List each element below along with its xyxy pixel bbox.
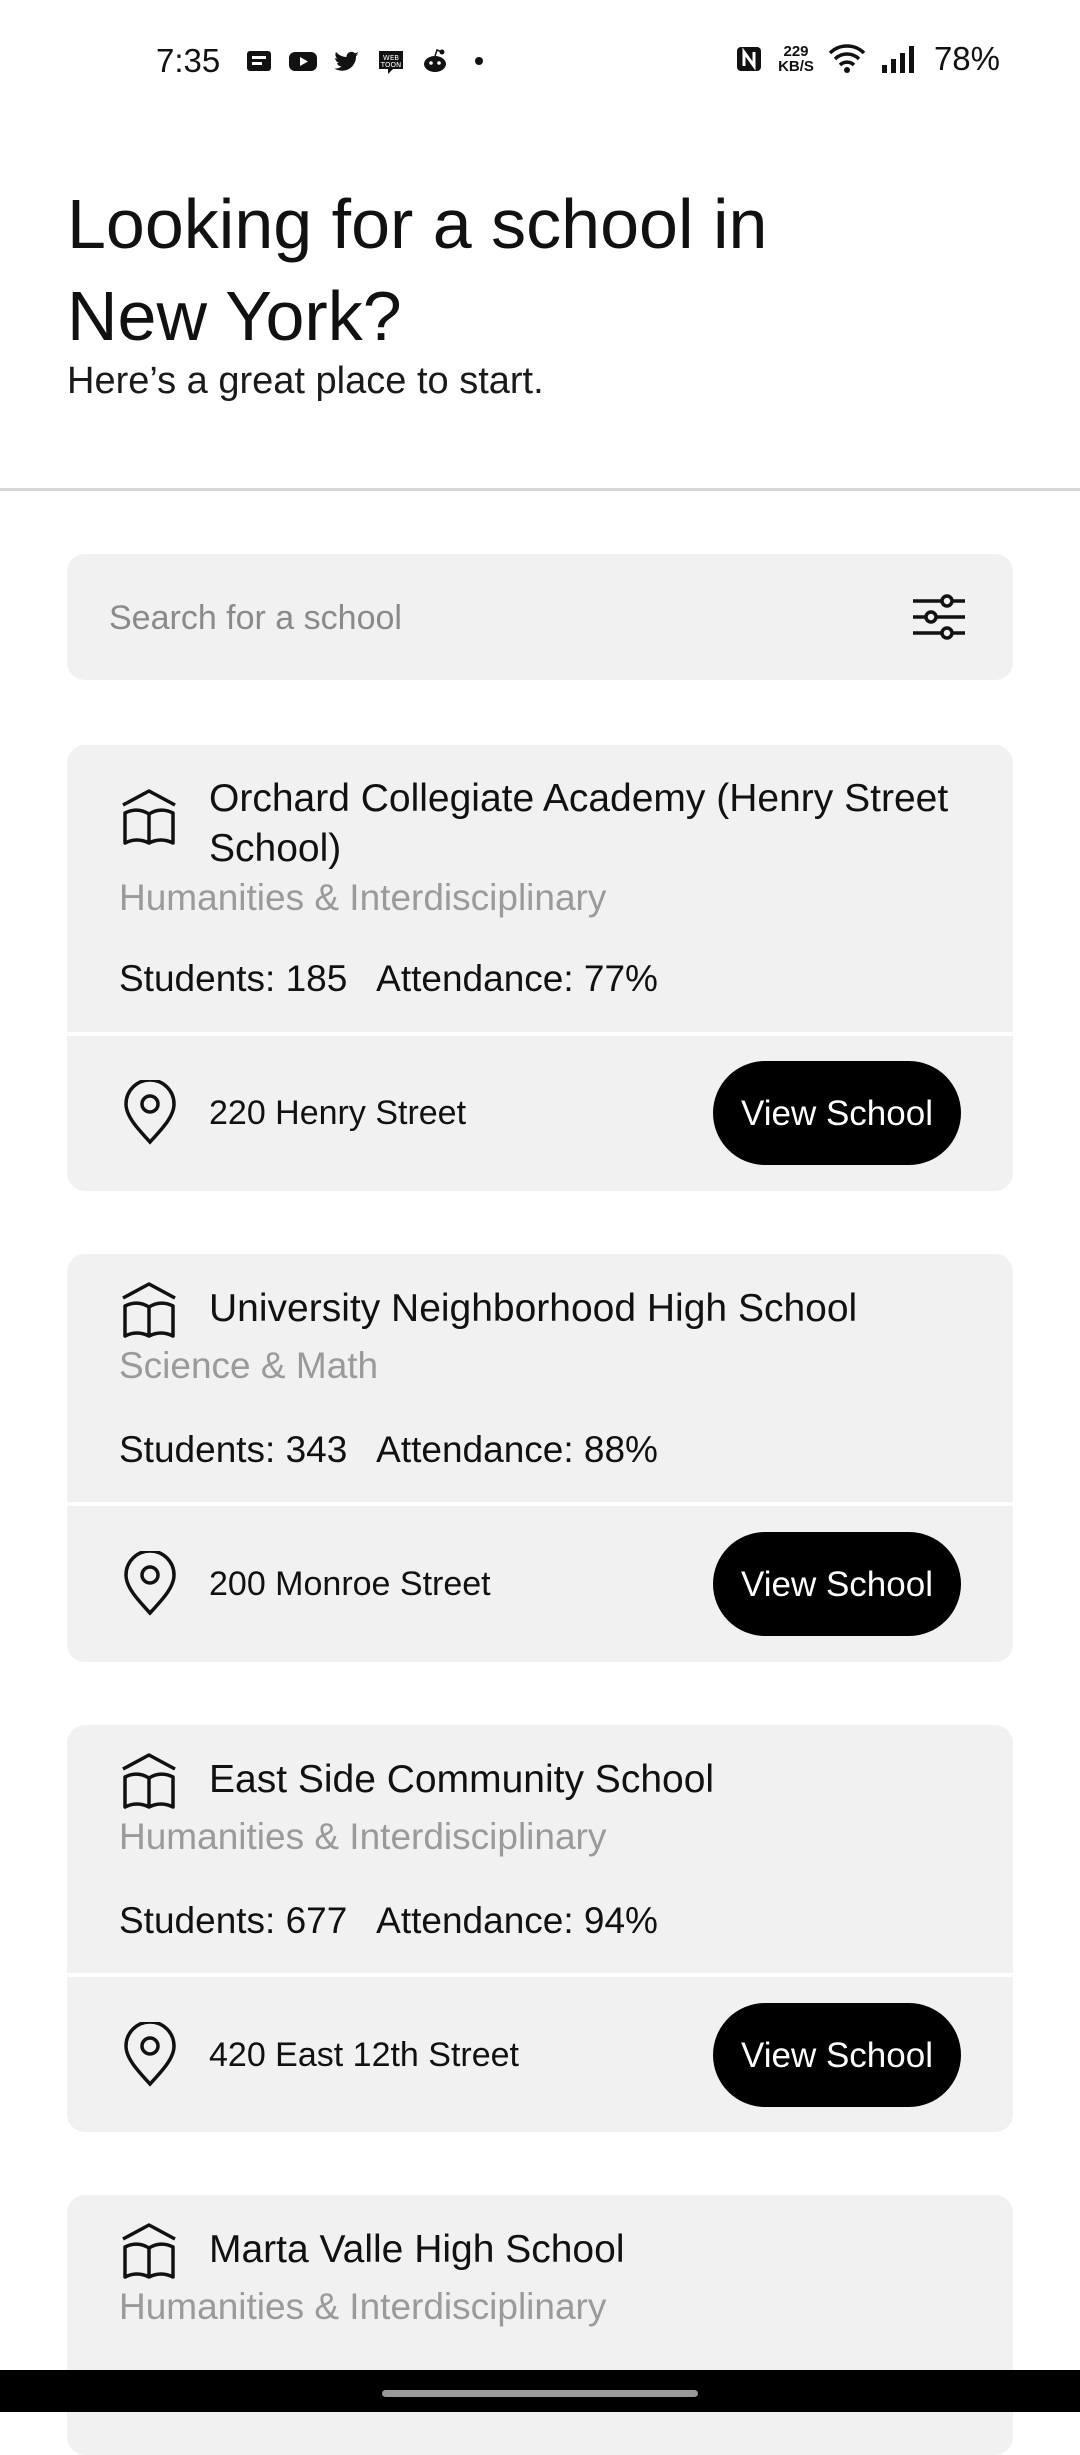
twitter-icon (334, 51, 359, 71)
location-pin-icon (124, 1551, 176, 1616)
search-input[interactable] (107, 554, 891, 682)
reddit-icon (424, 49, 446, 72)
net-speed-unit: KB/S (778, 58, 814, 75)
header-divider (0, 488, 1080, 491)
card-divider (67, 1502, 1013, 1506)
title-city: New York? (67, 277, 402, 355)
view-school-button[interactable]: View School (713, 1532, 961, 1636)
location-pin-icon (124, 2022, 176, 2087)
school-name: University Neighborhood High School (209, 1287, 858, 1330)
net-speed-value: 229 (783, 43, 809, 60)
school-card[interactable]: Orchard Collegiate Academy (Henry Street… (67, 745, 1013, 1191)
school-address: 420 East 12th Street (209, 2036, 519, 2074)
school-building-icon (122, 789, 176, 845)
home-gesture-handle[interactable] (382, 2390, 698, 2397)
status-right: 229 KB/S 78% (734, 40, 1000, 78)
school-card[interactable]: University Neighborhood High School Scie… (67, 1254, 1013, 1662)
school-card[interactable]: East Side Community School Humanities & … (67, 1725, 1013, 2132)
webtoon-icon: WEBTOON (379, 51, 403, 74)
school-category: Humanities & Interdisciplinary (119, 1816, 607, 1857)
nfc-icon (737, 47, 762, 71)
school-card[interactable]: Marta Valle High School Humanities & Int… (67, 2195, 1013, 2455)
location-pin-icon (124, 1080, 176, 1145)
school-stats: Students: 343 Attendance: 88% (119, 1429, 658, 1470)
school-category: Humanities & Interdisciplinary (119, 877, 607, 918)
school-stats: Students: 185 Attendance: 77% (119, 958, 658, 999)
school-name: East Side Community School (209, 1758, 715, 1801)
school-category: Humanities & Interdisciplinary (119, 2286, 607, 2327)
school-category: Science & Math (119, 1345, 379, 1386)
card-divider (67, 1032, 1013, 1036)
school-address: 220 Henry Street (209, 1094, 467, 1132)
title-line: Looking for a school in (67, 185, 768, 263)
net-speed: 229 KB/S (778, 44, 814, 74)
school-name: Orchard Collegiate Academy (Henry Street… (209, 777, 949, 870)
battery-level: 78% (933, 40, 1000, 77)
status-bar: 7:35 WEB TOON 229 KB/S 78% (0, 0, 1080, 128)
youtube-icon (289, 52, 317, 71)
school-name: Marta Valle High School (209, 2228, 625, 2271)
dot-icon (475, 57, 483, 65)
school-building-icon (122, 2223, 176, 2279)
signal-icon (881, 46, 914, 73)
school-building-icon (122, 1282, 176, 1338)
card-divider (67, 1973, 1013, 1977)
wifi-icon (828, 44, 866, 73)
view-school-button[interactable]: View School (713, 2003, 961, 2107)
page-title: Looking for a school in New York? (67, 178, 967, 362)
view-school-button[interactable]: View School (713, 1061, 961, 1165)
school-address: 200 Monroe Street (209, 1565, 491, 1603)
school-stats: Students: 677 Attendance: 94% (119, 1900, 658, 1941)
page-subtitle: Here’s a great place to start. (67, 360, 544, 402)
search-bar (67, 554, 1013, 682)
notification-icons: WEB TOON (244, 46, 494, 76)
sliders-icon[interactable] (911, 589, 967, 645)
svg-text:TOON: TOON (380, 61, 402, 69)
school-building-icon (122, 1753, 176, 1809)
news-icon (247, 51, 271, 71)
status-time: 7:35 (156, 42, 221, 79)
